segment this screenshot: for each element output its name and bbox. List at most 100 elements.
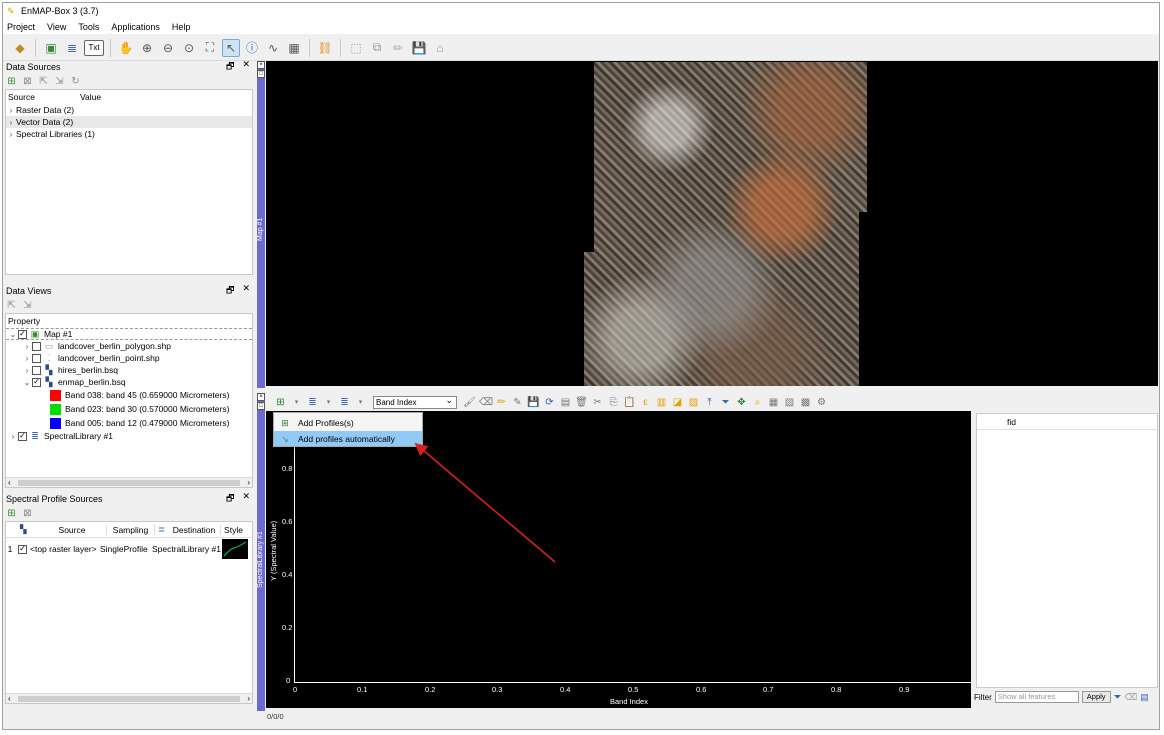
add-profile-icon[interactable]: ⊞ bbox=[274, 396, 287, 409]
expand-arrow-icon[interactable]: › bbox=[6, 130, 16, 139]
layer-row[interactable]: › ▚ hires_berlin.bsq bbox=[6, 364, 252, 376]
table-row[interactable]: 1 ✓ <top raster layer> SingleProfile Spe… bbox=[6, 538, 252, 560]
pixel-grid-icon[interactable]: ▦ bbox=[285, 39, 303, 57]
speclib-import-icon[interactable]: ≣ bbox=[338, 396, 351, 409]
layer-row[interactable]: ⌄ ✓ ▚ enmap_berlin.bsq bbox=[6, 376, 252, 388]
spectral-profile-icon[interactable]: ∿ bbox=[264, 39, 282, 57]
table-view-icon[interactable]: ▤ bbox=[1140, 692, 1149, 703]
remove-profile-source-icon[interactable]: ⊠ bbox=[22, 508, 33, 519]
speclib-visible-checkbox[interactable]: ✓ bbox=[18, 431, 27, 441]
speclib-view-bar[interactable]: × □ SpectralLibrary #1 bbox=[257, 393, 265, 711]
paint-brush-icon[interactable]: 🖌 bbox=[463, 396, 476, 409]
filter-icon[interactable]: ⏷ bbox=[719, 396, 732, 409]
close-dock-icon[interactable]: ✕ bbox=[242, 59, 250, 75]
layer-checkbox[interactable]: ✓ bbox=[32, 377, 41, 387]
expand-arrow-icon[interactable]: › bbox=[8, 432, 18, 441]
new-speclib-view-icon[interactable]: ≣ bbox=[63, 39, 81, 57]
expand-arrow-icon[interactable]: › bbox=[22, 366, 32, 375]
edit-pencil-icon[interactable]: ✏ bbox=[389, 39, 407, 57]
save-edits-icon[interactable]: 💾 bbox=[410, 39, 428, 57]
paste-icon[interactable]: 📋 bbox=[623, 396, 636, 409]
refresh-icon[interactable]: ↻ bbox=[70, 76, 81, 87]
zoom-to-selection-icon[interactable]: ⌕ bbox=[751, 396, 764, 409]
tree-item-raster[interactable]: › Raster Data (2) bbox=[6, 104, 252, 116]
scroll-thumb[interactable] bbox=[18, 696, 240, 702]
spectral-profile-plot[interactable]: 0.8 0.6 0.4 0.2 0 0 0.1 0.2 0.3 0.4 0.5 … bbox=[266, 411, 971, 708]
close-view-icon[interactable]: × bbox=[257, 393, 265, 401]
scroll-right-icon[interactable]: › bbox=[247, 694, 250, 703]
style-preview[interactable] bbox=[222, 539, 248, 559]
horizontal-scrollbar[interactable]: ‹ › bbox=[6, 693, 252, 703]
new-field-icon[interactable]: ▦ bbox=[767, 396, 780, 409]
deselect-all-icon[interactable]: ▨ bbox=[687, 396, 700, 409]
menu-item-add-profiles[interactable]: ⊞ Add Profiles(s) bbox=[274, 415, 422, 430]
expand-arrow-icon[interactable]: › bbox=[6, 118, 16, 127]
zoom-pixel-icon[interactable]: ⛶ bbox=[201, 39, 219, 57]
menu-applications[interactable]: Applications bbox=[111, 22, 160, 32]
new-text-view-button[interactable]: Txt bbox=[84, 39, 104, 56]
tree-item-speclibs[interactable]: › Spectral Libraries (1) bbox=[6, 128, 252, 140]
select-by-expression-icon[interactable]: ε bbox=[639, 396, 652, 409]
float-view-icon[interactable]: □ bbox=[257, 402, 265, 410]
select-all-icon[interactable]: ▥ bbox=[655, 396, 668, 409]
horizontal-scrollbar[interactable]: ‹ › bbox=[6, 477, 252, 487]
layer-row[interactable]: › ▭ landcover_berlin_polygon.shp bbox=[6, 340, 252, 352]
scroll-right-icon[interactable]: › bbox=[247, 478, 250, 487]
reload-icon[interactable]: ⟳ bbox=[543, 396, 556, 409]
collapse-icon[interactable]: ⇱ bbox=[6, 300, 17, 311]
add-row-icon[interactable]: ▤ bbox=[559, 396, 572, 409]
dropdown-arrow-icon[interactable]: ▾ bbox=[322, 396, 335, 409]
menu-help[interactable]: Help bbox=[172, 22, 191, 32]
x-axis-unit-select[interactable]: Band Index bbox=[373, 395, 457, 409]
pan-to-selection-icon[interactable]: ✥ bbox=[735, 396, 748, 409]
expand-arrow-icon[interactable]: › bbox=[6, 106, 16, 115]
collapse-icon[interactable]: ⇱ bbox=[38, 76, 49, 87]
float-view-icon[interactable]: □ bbox=[257, 70, 265, 78]
map-view-bar[interactable]: × □ Map #1 bbox=[257, 61, 265, 388]
layer-checkbox[interactable] bbox=[32, 353, 41, 363]
row-source[interactable]: <top raster layer> bbox=[30, 544, 100, 554]
col-fid[interactable]: fid bbox=[1007, 417, 1016, 427]
tree-item-vector[interactable]: › Vector Data (2) bbox=[6, 116, 252, 128]
float-dock-icon[interactable]: 🗗 bbox=[226, 283, 234, 299]
row-checkbox[interactable]: ✓ bbox=[18, 544, 27, 554]
close-dock-icon[interactable]: ✕ bbox=[242, 283, 250, 299]
layer-checkbox[interactable] bbox=[32, 365, 41, 375]
apply-filter-button[interactable]: Apply bbox=[1081, 691, 1111, 703]
deselect-features-icon[interactable]: ⧉ bbox=[368, 39, 386, 57]
float-dock-icon[interactable]: 🗗 bbox=[226, 491, 234, 507]
row-sampling[interactable]: SingleProfile bbox=[100, 544, 152, 554]
menu-tools[interactable]: Tools bbox=[78, 22, 99, 32]
scroll-left-icon[interactable]: ‹ bbox=[8, 478, 11, 487]
menu-item-add-profiles-automatically[interactable]: ↘ Add profiles automatically bbox=[274, 431, 422, 446]
layer-row[interactable]: › ⁚ landcover_berlin_point.shp bbox=[6, 352, 252, 364]
filter-clear-icon[interactable]: ⌫ bbox=[1125, 692, 1138, 703]
expand-arrow-icon[interactable]: › bbox=[22, 354, 32, 363]
new-map-view-icon[interactable]: ▣ bbox=[42, 39, 60, 57]
map-node[interactable]: ⌄ ✓ ▣ Map #1 bbox=[6, 328, 252, 340]
edit-table-icon[interactable]: ✎ bbox=[511, 396, 524, 409]
cut-icon[interactable]: ✂ bbox=[591, 396, 604, 409]
remove-source-icon[interactable]: ⊠ bbox=[22, 76, 33, 87]
field-calculator-icon[interactable]: ▩ bbox=[799, 396, 812, 409]
invert-selection-icon[interactable]: ◪ bbox=[671, 396, 684, 409]
zoom-in-icon[interactable]: ⊕ bbox=[138, 39, 156, 57]
dropdown-arrow-icon[interactable]: ▾ bbox=[354, 396, 367, 409]
menu-project[interactable]: Project bbox=[7, 22, 35, 32]
add-source-icon[interactable]: ⊞ bbox=[6, 76, 17, 87]
layer-checkbox[interactable] bbox=[32, 341, 41, 351]
dropdown-arrow-icon[interactable]: ▾ bbox=[290, 396, 303, 409]
attribute-table[interactable]: fid bbox=[976, 413, 1158, 688]
menu-view[interactable]: View bbox=[47, 22, 66, 32]
filter-icon[interactable]: ⏷ bbox=[1114, 692, 1122, 703]
float-dock-icon[interactable]: 🗗 bbox=[226, 59, 234, 75]
scroll-left-icon[interactable]: ‹ bbox=[8, 694, 11, 703]
select-cursor-icon[interactable]: ↖ bbox=[222, 38, 240, 57]
link-views-icon[interactable]: ⛓ bbox=[316, 39, 334, 57]
delete-field-icon[interactable]: ▧ bbox=[783, 396, 796, 409]
collapse-arrow-icon[interactable]: ⌄ bbox=[8, 330, 18, 339]
collapse-arrow-icon[interactable]: ⌄ bbox=[22, 378, 32, 387]
save-icon[interactable]: 💾 bbox=[527, 396, 540, 409]
copy-icon[interactable]: ⎘ bbox=[607, 396, 620, 409]
add-feature-icon[interactable]: ⌂ bbox=[431, 39, 449, 57]
